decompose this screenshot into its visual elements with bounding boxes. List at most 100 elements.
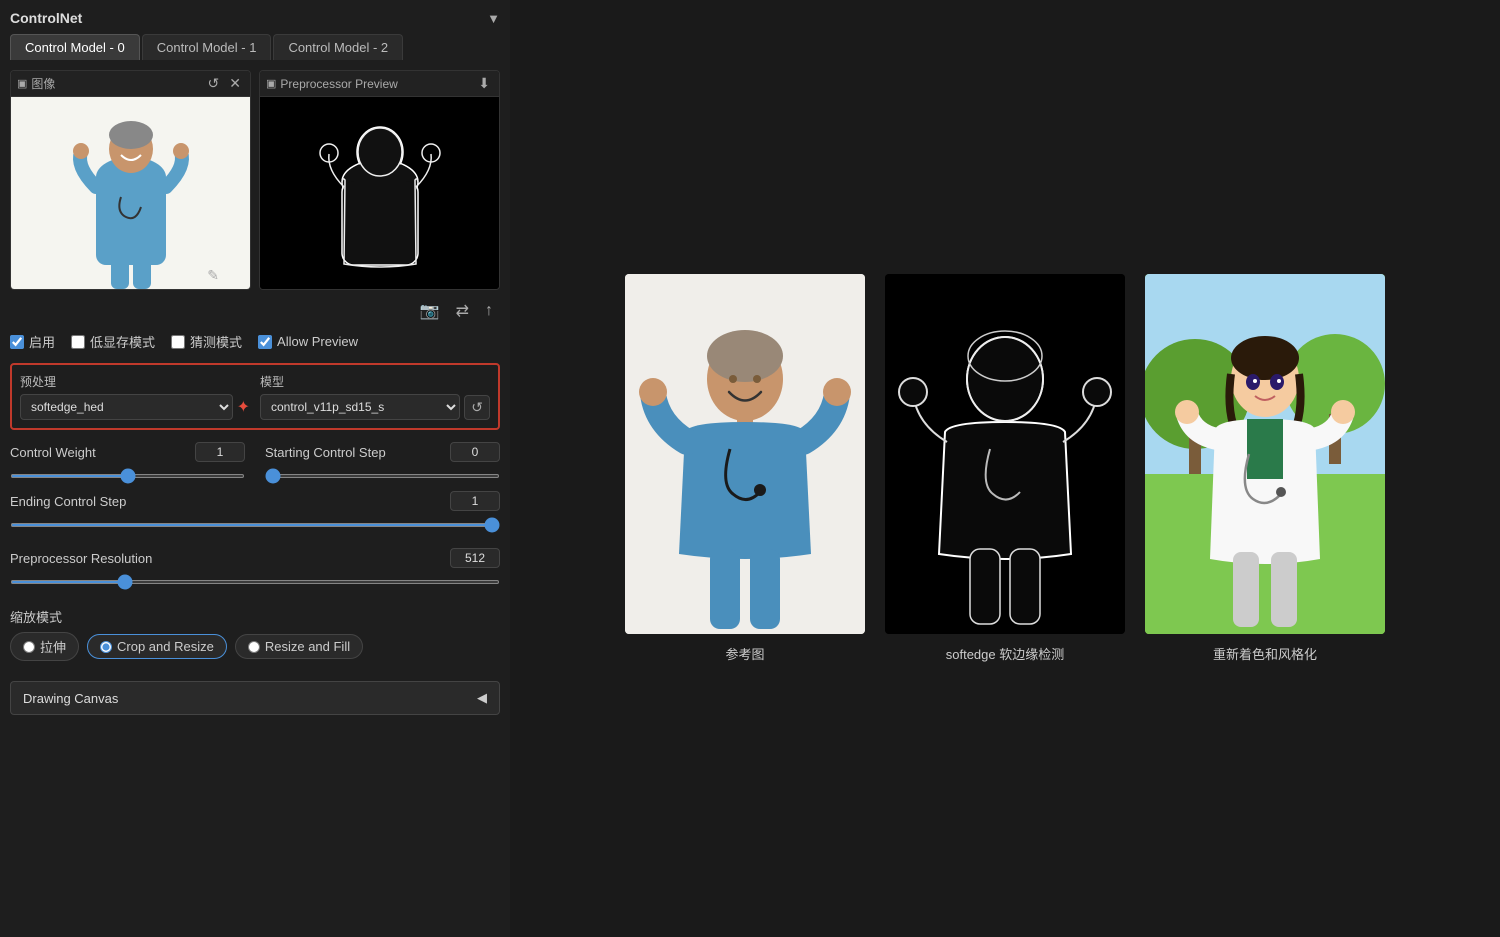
model-refresh-button[interactable]: ↺	[464, 395, 490, 420]
ending-step-label: Ending Control Step	[10, 494, 126, 509]
upload-button[interactable]: ↑	[482, 300, 496, 322]
refresh-source-button[interactable]: ↺	[205, 74, 223, 93]
result-caption-0: 参考图	[725, 644, 764, 663]
source-image-box: ▣ 图像 ↺ ✕	[10, 70, 251, 290]
panel-header: ControlNet ▼	[10, 10, 500, 26]
resolution-container: Preprocessor Resolution 512	[10, 548, 500, 587]
low-vram-input[interactable]	[71, 335, 85, 349]
drawing-canvas-icon: ◀	[477, 690, 487, 706]
tab-control-model-0[interactable]: Control Model - 0	[10, 34, 140, 60]
resolution-label: Preprocessor Resolution	[10, 551, 152, 566]
resolution-value: 512	[450, 548, 500, 568]
left-panel: ControlNet ▼ Control Model - 0 Control M…	[0, 0, 510, 937]
preprocessor-group: 预处理 softedge_hed ✦	[20, 373, 250, 420]
controls-row: 📷 ⇄ ↑	[10, 300, 500, 322]
tab-control-model-2[interactable]: Control Model - 2	[273, 34, 403, 60]
scale-mode-section: 缩放模式 拉伸 Crop and Resize Resize and Fill	[10, 607, 500, 673]
radio-fill-input[interactable]	[248, 641, 260, 653]
source-image-content	[11, 97, 250, 290]
starting-step-label: Starting Control Step	[265, 445, 386, 460]
source-image-label: ▣ 图像	[17, 75, 55, 92]
radio-fill[interactable]: Resize and Fill	[235, 634, 363, 659]
allow-preview-input[interactable]	[258, 335, 272, 349]
source-image-actions: ↺ ✕	[205, 74, 244, 93]
control-weight-col: Control Weight 1	[10, 442, 245, 481]
edge-svg	[315, 102, 445, 287]
right-panel: 参考图	[510, 0, 1500, 937]
source-image-header: ▣ 图像 ↺ ✕	[11, 71, 250, 97]
download-preview-button[interactable]: ⬇	[475, 74, 493, 93]
swap-button[interactable]: ⇄	[453, 300, 472, 322]
preprocessor-select[interactable]: softedge_hed	[20, 394, 233, 420]
result-caption-1: softedge 软边缘检测	[946, 644, 1065, 663]
result-ref-img	[625, 274, 865, 634]
styled-img-svg	[1145, 274, 1385, 634]
resolution-row: Preprocessor Resolution 512	[10, 548, 500, 568]
resolution-slider[interactable]	[10, 580, 500, 584]
tabs-row: Control Model - 0 Control Model - 1 Cont…	[10, 34, 500, 60]
image-icon: ▣	[17, 77, 27, 90]
preproc-model-row: 预处理 softedge_hed ✦ 模型 control_v11p_sd15_…	[20, 373, 490, 420]
preview-icon: ▣	[266, 77, 276, 90]
ref-img-svg	[625, 274, 865, 634]
pencil-icon[interactable]: ✎	[204, 266, 222, 285]
radio-crop[interactable]: Crop and Resize	[87, 634, 227, 659]
panel-collapse-icon[interactable]: ▼	[487, 11, 500, 26]
control-weight-row: Control Weight 1	[10, 442, 245, 462]
checkboxes-row: 启用 低显存模式 猜测模式 Allow Preview	[10, 332, 500, 351]
preview-image-header: ▣ Preprocessor Preview ⬇	[260, 71, 499, 97]
starting-step-col: Starting Control Step 0	[265, 442, 500, 481]
preview-image-actions: ⬇	[475, 74, 493, 93]
scale-mode-label: 缩放模式	[10, 607, 500, 626]
control-weight-slider[interactable]	[10, 474, 245, 478]
model-select[interactable]: control_v11p_sd15_s	[260, 394, 460, 420]
preview-image-box: ▣ Preprocessor Preview ⬇	[259, 70, 500, 290]
preproc-model-box: 预处理 softedge_hed ✦ 模型 control_v11p_sd15_…	[10, 363, 500, 430]
nurse-photo	[11, 97, 250, 290]
low-vram-checkbox[interactable]: 低显存模式	[71, 332, 155, 351]
preview-image-content	[260, 97, 499, 290]
control-weight-label: Control Weight	[10, 445, 96, 460]
ending-step-container: Ending Control Step 1	[10, 491, 500, 530]
model-field-row: control_v11p_sd15_s ↺	[260, 394, 490, 420]
radio-stretch-input[interactable]	[23, 641, 35, 653]
guess-mode-checkbox[interactable]: 猜测模式	[171, 332, 242, 351]
edge-img-svg	[885, 274, 1125, 634]
result-edge-img	[885, 274, 1125, 634]
preview-image-label: ▣ Preprocessor Preview	[266, 77, 398, 91]
fire-icon: ✦	[237, 397, 250, 417]
result-item-1: softedge 软边缘检测	[885, 274, 1125, 663]
radio-stretch[interactable]: 拉伸	[10, 632, 79, 661]
image-row: ▣ 图像 ↺ ✕	[10, 70, 500, 290]
camera-button[interactable]: 📷	[417, 300, 443, 322]
ending-step-row: Ending Control Step 1	[10, 491, 500, 511]
result-item-2: 重新着色和风格化	[1145, 274, 1385, 663]
drawing-canvas-label: Drawing Canvas	[23, 691, 118, 706]
starting-step-slider[interactable]	[265, 474, 500, 478]
tab-control-model-1[interactable]: Control Model - 1	[142, 34, 272, 60]
control-weight-value: 1	[195, 442, 245, 462]
edge-preview	[260, 97, 499, 290]
scale-mode-buttons: 拉伸 Crop and Resize Resize and Fill	[10, 632, 500, 661]
starting-step-row: Starting Control Step 0	[265, 442, 500, 462]
drawing-canvas-row[interactable]: Drawing Canvas ◀	[10, 681, 500, 715]
ending-step-value: 1	[450, 491, 500, 511]
enable-checkbox[interactable]: 启用	[10, 332, 55, 351]
panel-title: ControlNet	[10, 10, 82, 26]
starting-step-value: 0	[450, 442, 500, 462]
dual-slider-row: Control Weight 1 Starting Control Step 0	[10, 442, 500, 481]
radio-crop-input[interactable]	[100, 641, 112, 653]
close-source-button[interactable]: ✕	[226, 74, 244, 93]
preprocessor-field-row: softedge_hed ✦	[20, 394, 250, 420]
preprocessor-label: 预处理	[20, 373, 250, 390]
model-group: 模型 control_v11p_sd15_s ↺	[260, 373, 490, 420]
result-item-0: 参考图	[625, 274, 865, 663]
nurse-svg	[66, 97, 196, 290]
ending-step-slider[interactable]	[10, 523, 500, 527]
enable-input[interactable]	[10, 335, 24, 349]
guess-mode-input[interactable]	[171, 335, 185, 349]
results-row: 参考图	[625, 274, 1385, 663]
allow-preview-checkbox[interactable]: Allow Preview	[258, 334, 358, 349]
result-caption-2: 重新着色和风格化	[1213, 644, 1317, 663]
model-label: 模型	[260, 373, 490, 390]
